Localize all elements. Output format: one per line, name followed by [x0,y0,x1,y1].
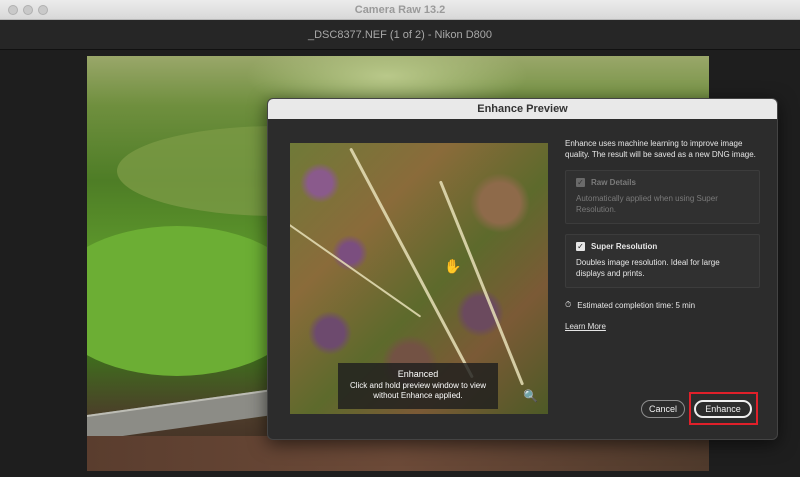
dialog-title: Enhance Preview [268,99,777,119]
window-titlebar: Camera Raw 13.2 [0,0,800,20]
super-resolution-option: ✓ Super Resolution Doubles image resolut… [565,234,760,288]
hand-cursor-icon: ✋ [444,258,462,274]
preview-overlay-title: Enhanced [397,369,439,379]
file-header: _DSC8377.NEF (1 of 2) - Nikon D800 [0,20,800,50]
learn-more-link[interactable]: Learn More [565,322,760,331]
enhance-options-panel: Enhance uses machine learning to improve… [565,139,760,331]
cancel-button[interactable]: Cancel [641,400,685,418]
super-resolution-label: Super Resolution [591,242,658,251]
estimated-time: ⏱ Estimated completion time: 5 min [565,300,760,310]
preview-overlay-text: Click and hold preview window to view wi… [349,381,487,400]
enhance-preview-dialog: Enhance Preview ✋ Enhanced Click and hol… [267,98,778,440]
file-title: _DSC8377.NEF (1 of 2) - Nikon D800 [307,29,493,41]
raw-details-description: Automatically applied when using Super R… [576,194,718,214]
enhance-button[interactable]: Enhance [694,400,752,418]
super-resolution-checkbox[interactable]: ✓ [576,242,585,251]
raw-details-checkbox: ✓ [576,178,585,187]
super-resolution-description: Doubles image resolution. Ideal for larg… [576,258,720,278]
app-title: Camera Raw 13.2 [354,4,446,16]
zoom-out-icon[interactable]: 🔍 [523,389,538,403]
raw-details-label: Raw Details [591,178,636,187]
enhance-intro-text: Enhance uses machine learning to improve… [565,139,756,159]
stopwatch-icon: ⏱ [565,300,572,309]
estimated-time-text: Estimated completion time: 5 min [577,300,696,310]
raw-details-option: ✓ Raw Details Automatically applied when… [565,170,760,224]
enhance-preview-window[interactable]: ✋ Enhanced Click and hold preview window… [290,143,548,414]
preview-overlay: Enhanced Click and hold preview window t… [338,363,498,409]
